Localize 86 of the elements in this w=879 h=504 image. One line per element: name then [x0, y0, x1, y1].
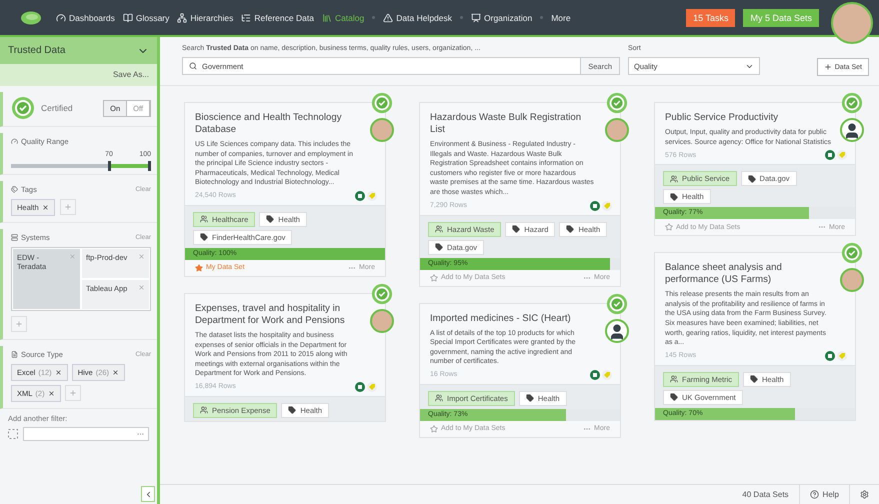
- tag-icon: [266, 215, 274, 224]
- logo-icon: [20, 10, 42, 26]
- star-icon: [430, 274, 438, 282]
- tag-badge-icon: [602, 370, 612, 380]
- tag-badge-icon: [837, 350, 847, 361]
- spreadsheet-icon: [355, 382, 365, 392]
- close-icon[interactable]: [112, 369, 120, 376]
- dataset-title[interactable]: Public Service Productivity: [665, 112, 831, 124]
- avatar-photo: [840, 268, 864, 292]
- nav-item[interactable]: Data Helpdesk: [383, 12, 452, 22]
- range-handle[interactable]: [108, 161, 111, 171]
- range-slider-track[interactable]: [11, 164, 151, 168]
- plus-icon: [68, 389, 77, 397]
- plus-icon: [824, 63, 832, 71]
- people-icon: [670, 375, 678, 384]
- nav-item[interactable]: More: [551, 12, 571, 22]
- people-icon: [435, 394, 443, 402]
- tag-icon: [288, 406, 296, 414]
- hierarchy-icon: [177, 12, 188, 22]
- people-icon: [200, 215, 208, 224]
- tag-icon: [748, 174, 756, 183]
- close-icon[interactable]: [48, 390, 55, 397]
- tag-badge-icon: [602, 200, 612, 211]
- close-icon[interactable]: [42, 204, 49, 211]
- certified-seal-icon: [11, 96, 35, 120]
- help-link[interactable]: Help: [798, 485, 849, 504]
- dataset-title[interactable]: Imported medicines - SIC (Heart): [430, 312, 596, 325]
- tag-icon: [670, 192, 678, 201]
- tag-icon: [670, 393, 678, 402]
- sidebar-header[interactable]: Trusted Data: [0, 37, 157, 64]
- plus-icon: [64, 203, 72, 211]
- data-set-count: 40 Data Sets: [741, 489, 790, 501]
- spreadsheet-icon: [825, 350, 835, 361]
- tag-badge-icon: [837, 150, 847, 160]
- book-icon: [122, 12, 133, 22]
- people-icon: [435, 225, 443, 234]
- tag-icon: [750, 375, 758, 384]
- gauge-icon: [11, 138, 18, 145]
- people-icon: [200, 406, 208, 414]
- document-icon: [11, 351, 18, 358]
- dashed-square-icon: [8, 429, 18, 439]
- dataset-title[interactable]: Balance sheet analysis and performance (US Farms): [665, 262, 831, 286]
- nav-item[interactable]: Catalog: [322, 12, 364, 22]
- collapse-button[interactable]: [141, 486, 155, 502]
- range-handle[interactable]: [148, 161, 151, 171]
- spreadsheet-icon: [825, 150, 835, 160]
- certified-label: Certified: [41, 103, 74, 113]
- user-silhouette-icon: [843, 122, 861, 140]
- star-icon: [195, 264, 203, 272]
- dataset-title[interactable]: Hazardous Waste Bulk Registration List: [430, 112, 596, 136]
- spreadsheet-icon: [590, 200, 600, 211]
- tag-icon: [200, 233, 208, 242]
- presentation-icon: [471, 12, 482, 22]
- close-icon[interactable]: [54, 369, 62, 376]
- list-tree-icon: [241, 12, 252, 22]
- tag-badge-icon: [367, 382, 377, 392]
- nav-item[interactable]: Dashboards: [56, 12, 115, 22]
- star-icon: [665, 223, 673, 232]
- save-as-link[interactable]: Save As...: [0, 64, 157, 86]
- avatar-photo: [370, 118, 394, 142]
- warning-icon: [383, 12, 394, 22]
- tag-icon: [512, 225, 520, 234]
- nav-item[interactable]: Hierarchies: [177, 12, 234, 22]
- star-icon: [430, 424, 438, 433]
- nav-item[interactable]: Organization: [471, 12, 532, 22]
- plus-icon: [15, 320, 23, 328]
- dataset-title[interactable]: Expenses, travel and hospitality in Department for Work and Pensions: [195, 302, 361, 327]
- server-icon: [11, 234, 18, 241]
- nav-item[interactable]: Reference Data: [241, 12, 314, 22]
- tags-icon: [11, 186, 18, 193]
- library-icon: [322, 12, 332, 22]
- user-silhouette-icon: [608, 322, 626, 341]
- spreadsheet-icon: [590, 370, 600, 380]
- people-icon: [670, 174, 678, 183]
- avatar-photo: [605, 118, 629, 142]
- settings-icon[interactable]: [860, 490, 869, 499]
- tag-badge-icon: [367, 190, 377, 201]
- tag-icon: [435, 243, 443, 252]
- help-icon: [810, 490, 819, 499]
- tag-icon: [566, 225, 574, 234]
- avatar-photo: [370, 308, 394, 333]
- spreadsheet-icon: [355, 190, 365, 201]
- gauge-icon: [56, 12, 66, 22]
- tag-icon: [526, 394, 534, 402]
- dataset-title[interactable]: Bioscience and Health Technology Database: [195, 112, 361, 136]
- nav-item[interactable]: Glossary: [122, 12, 170, 22]
